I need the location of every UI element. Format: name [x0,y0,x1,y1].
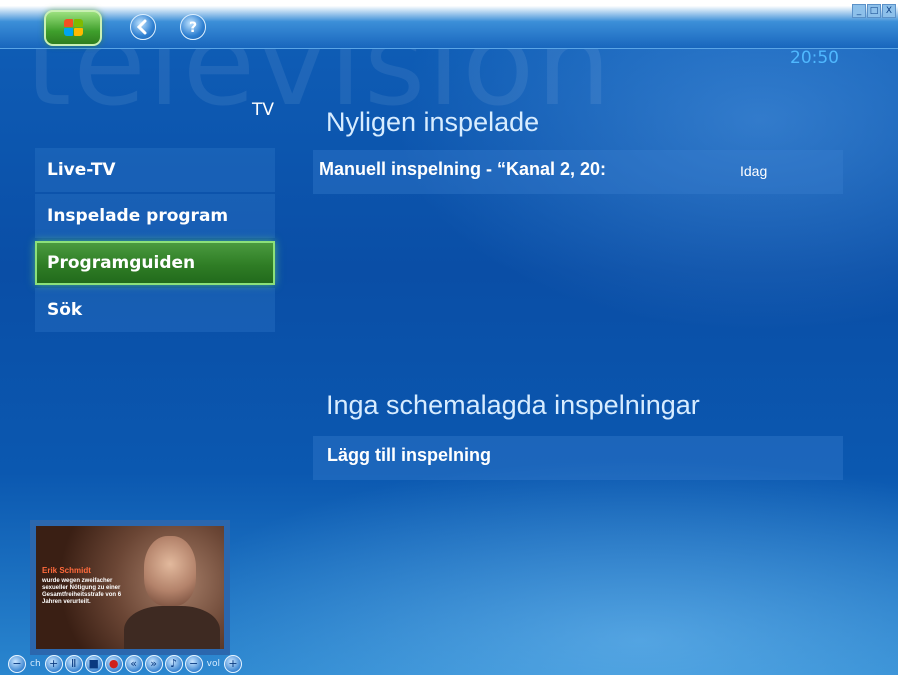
channel-up-button[interactable]: + [44,655,63,673]
preview-person-face [144,536,196,606]
menu-item-label: Sök [47,300,83,320]
mute-button[interactable]: ♪ [164,655,183,673]
menu-item-label: Inspelade program [47,206,229,226]
help-icon: ? [189,20,197,36]
preview-person-shirt [124,606,220,649]
clock: 20:50 [790,48,839,68]
rewind-button[interactable]: « [124,655,143,673]
menu-item-live-tv[interactable]: Live-TV [35,148,275,192]
live-preview-thumbnail[interactable]: Erik Schmidt wurde wegen zweifacher sexu… [30,520,230,655]
close-button[interactable]: X [882,4,896,18]
channel-label: ch [30,659,41,669]
transport-controls: − ch + Ⅱ ■ ● « » ♪ − vol + [8,653,242,675]
channel-down-button[interactable]: − [8,655,26,673]
volume-label: vol [206,659,220,669]
menu-item-recorded-programs[interactable]: Inspelade program [35,194,275,238]
menu-item-label: Live-TV [47,160,116,180]
pause-button[interactable]: Ⅱ [64,655,83,673]
start-button[interactable] [44,10,102,46]
add-recording-button[interactable]: Lägg till inspelning [313,436,843,480]
back-button[interactable] [130,14,156,40]
windows-logo-icon [64,19,84,37]
record-button[interactable]: ● [104,655,123,673]
fast-forward-button[interactable]: » [144,655,163,673]
maximize-button[interactable]: □ [867,4,881,18]
menu-item-label: Programguiden [47,253,196,273]
svg-text:?: ? [189,20,197,36]
help-button[interactable]: ? [180,14,206,40]
volume-up-button[interactable]: + [224,655,242,673]
window-controls: _ □ X [852,4,896,18]
preview-caption-name: Erik Schmidt [42,566,91,575]
recording-title: Manuell inspelning - “Kanal 2, 20: [319,159,607,179]
add-recording-label: Lägg till inspelning [327,445,491,465]
back-arrow-icon [136,19,147,35]
menu-item-search[interactable]: Sök [35,288,275,332]
media-center-screen: television ? _ □ X 20:50 TV Live-TV Insp… [0,0,898,675]
page-title: TV [252,100,275,120]
minimize-button[interactable]: _ [852,4,866,18]
scheduled-recordings-heading: Inga schemalagda inspelningar [326,390,700,420]
recording-row[interactable]: Manuell inspelning - “Kanal 2, 20: Idag [313,150,843,194]
menu-item-program-guide[interactable]: Programguiden [35,241,275,285]
recent-recordings-heading: Nyligen inspelade [326,107,540,137]
preview-caption-text: wurde wegen zweifacher sexueller Nötigun… [42,578,122,605]
recording-date: Idag [740,163,768,179]
volume-down-button[interactable]: − [184,655,203,673]
stop-button[interactable]: ■ [84,655,103,673]
top-bar: ? _ □ X [0,0,898,49]
